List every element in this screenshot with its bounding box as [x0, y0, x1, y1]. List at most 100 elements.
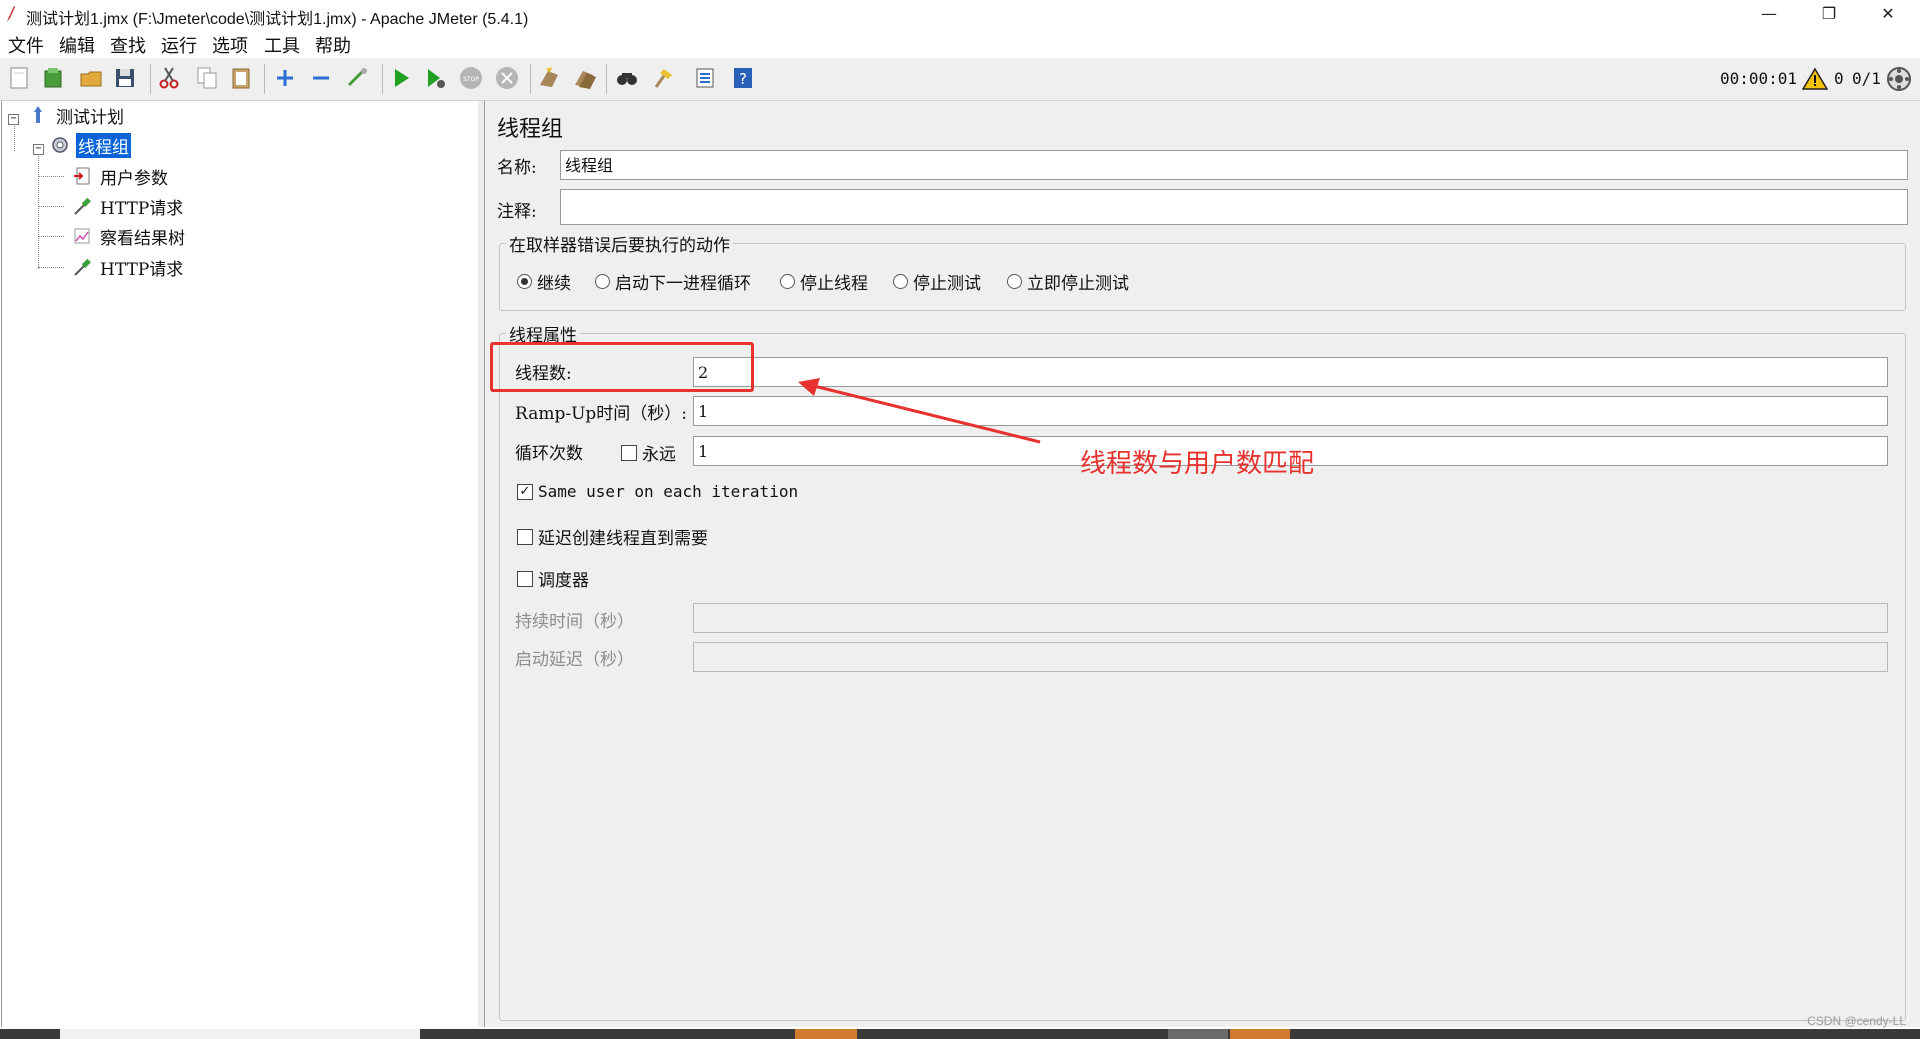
tree-label: 线程组	[76, 132, 131, 158]
tree-node-http-request[interactable]: HTTP请求	[72, 254, 185, 280]
start-icon[interactable]	[388, 65, 414, 91]
forever-label: 永远	[642, 445, 676, 465]
tree-label: HTTP请求	[100, 259, 184, 280]
warning-count: 0	[1834, 69, 1844, 88]
clear-all-icon[interactable]	[572, 65, 598, 91]
test-plan-icon	[28, 105, 48, 125]
close-button[interactable]: ✕	[1860, 0, 1916, 30]
taskbar-strip	[0, 1029, 1920, 1039]
svg-text:?: ?	[739, 70, 747, 88]
error-action-legend: 在取样器错误后要执行的动作	[509, 236, 730, 256]
radio-indicator	[893, 274, 908, 289]
duration-label: 持续时间（秒）	[515, 612, 634, 632]
tree-node-http-request[interactable]: HTTP请求	[72, 193, 185, 219]
radio-stop-thread[interactable]: 停止线程	[780, 269, 868, 294]
warning-icon[interactable]	[1802, 67, 1828, 91]
collapse-icon[interactable]	[308, 65, 334, 91]
radio-label: 立即停止测试	[1027, 274, 1129, 294]
radio-label: 继续	[537, 274, 571, 294]
user-parameters-icon	[72, 166, 92, 186]
duration-input	[693, 603, 1888, 633]
tree-label: HTTP请求	[100, 198, 184, 219]
panel-title: 线程组	[497, 117, 564, 142]
tree-node-view-results-tree[interactable]: 察看结果树	[72, 223, 187, 249]
menu-file[interactable]: 文件	[8, 32, 44, 58]
tree-label: 察看结果树	[100, 228, 185, 249]
new-icon[interactable]	[6, 65, 32, 91]
results-graph-icon	[72, 226, 92, 246]
minimize-button[interactable]: —	[1741, 0, 1797, 30]
clear-icon[interactable]	[536, 65, 562, 91]
paste-icon[interactable]	[228, 65, 254, 91]
loop-count-label: 循环次数	[515, 444, 583, 464]
delay-thread-creation-checkbox[interactable]: 延迟创建线程直到需要	[517, 524, 708, 549]
scheduler-checkbox[interactable]: 调度器	[517, 566, 589, 591]
radio-indicator	[517, 274, 532, 289]
templates-icon[interactable]	[40, 65, 66, 91]
collapse-thread-group-toggle[interactable]: −	[33, 144, 44, 155]
sampler-pipette-icon	[72, 257, 92, 277]
restore-button[interactable]: ❐	[1801, 0, 1857, 30]
elapsed-timer: 00:00:01	[1720, 69, 1798, 88]
menu-search[interactable]: 查找	[110, 32, 146, 58]
radio-indicator	[780, 274, 795, 289]
tree-node-test-plan[interactable]: 测试计划	[28, 102, 126, 128]
radio-continue[interactable]: 继续	[517, 269, 571, 294]
tree-label: 测试计划	[56, 107, 124, 128]
same-user-checkbox[interactable]: ✓ Same user on each iteration	[517, 482, 798, 501]
copy-icon[interactable]	[194, 65, 220, 91]
radio-start-next-loop[interactable]: 启动下一进程循环	[595, 269, 751, 294]
gear-icon	[50, 135, 70, 155]
tree-node-thread-group[interactable]: 线程组	[50, 132, 131, 158]
radio-stop-test-now[interactable]: 立即停止测试	[1007, 269, 1129, 294]
menu-edit[interactable]: 编辑	[59, 32, 95, 58]
toggle-icon[interactable]	[344, 65, 370, 91]
menu-tools[interactable]: 工具	[264, 32, 300, 58]
stop-icon[interactable]: STOP	[458, 65, 484, 91]
save-icon[interactable]	[112, 65, 138, 91]
title-bar: 测试计划1.jmx (F:\Jmeter\code\测试计划1.jmx) - A…	[0, 0, 1920, 30]
annotation-text: 线程数与用户数匹配	[1080, 449, 1315, 479]
active-thread-count: 0/1	[1852, 69, 1881, 88]
annotation-highlight-box	[490, 342, 754, 392]
search-icon[interactable]	[614, 65, 640, 91]
radio-stop-test[interactable]: 停止测试	[893, 269, 981, 294]
same-user-label: Same user on each iteration	[538, 482, 799, 501]
open-icon[interactable]	[78, 65, 104, 91]
menu-help[interactable]: 帮助	[315, 32, 351, 58]
sampler-pipette-icon	[72, 196, 92, 216]
thread-group-panel: 线程组 名称: 线程组 注释: 在取样器错误后要执行的动作 继续 启动下一进程循…	[485, 101, 1920, 1027]
delay-label: 延迟创建线程直到需要	[538, 529, 708, 549]
rampup-label: Ramp-Up时间（秒）:	[515, 404, 688, 424]
cut-icon[interactable]	[156, 65, 182, 91]
startup-delay-input	[693, 642, 1888, 672]
name-field[interactable]: 线程组	[560, 150, 1908, 180]
comment-label: 注释:	[497, 202, 537, 222]
collapse-root-toggle[interactable]: −	[8, 114, 19, 125]
watermark: CSDN @cendy-LL	[1807, 1014, 1906, 1028]
menu-run[interactable]: 运行	[161, 32, 197, 58]
shutdown-icon[interactable]	[494, 65, 520, 91]
checkbox-box	[517, 528, 533, 545]
menu-bar: 文件 编辑 查找 运行 选项 工具 帮助	[0, 30, 1920, 58]
remote-engines-icon[interactable]	[1886, 66, 1912, 92]
comment-field[interactable]	[560, 189, 1908, 225]
test-plan-tree: − 测试计划 − 线程组 用户参数 HTTP请求 察看结果树 HTTP请求	[1, 101, 479, 1027]
menu-options[interactable]: 选项	[212, 32, 248, 58]
radio-indicator	[1007, 274, 1022, 289]
reset-search-icon[interactable]	[650, 65, 676, 91]
start-no-pause-icon[interactable]	[422, 65, 448, 91]
expand-icon[interactable]	[272, 65, 298, 91]
forever-checkbox[interactable]: 永远	[621, 440, 676, 465]
function-helper-icon[interactable]	[692, 65, 718, 91]
pane-splitter[interactable]	[478, 101, 485, 1027]
tree-label: 用户参数	[100, 168, 168, 189]
tree-node-user-parameters[interactable]: 用户参数	[72, 163, 170, 189]
annotation-arrow	[798, 378, 1041, 444]
radio-label: 停止测试	[913, 274, 981, 294]
startup-delay-label: 启动延迟（秒）	[515, 650, 634, 670]
help-icon[interactable]: ?	[730, 65, 756, 91]
checkbox-box	[621, 444, 637, 461]
jmeter-feather-icon	[7, 6, 15, 22]
checkbox-box: ✓	[517, 483, 533, 500]
